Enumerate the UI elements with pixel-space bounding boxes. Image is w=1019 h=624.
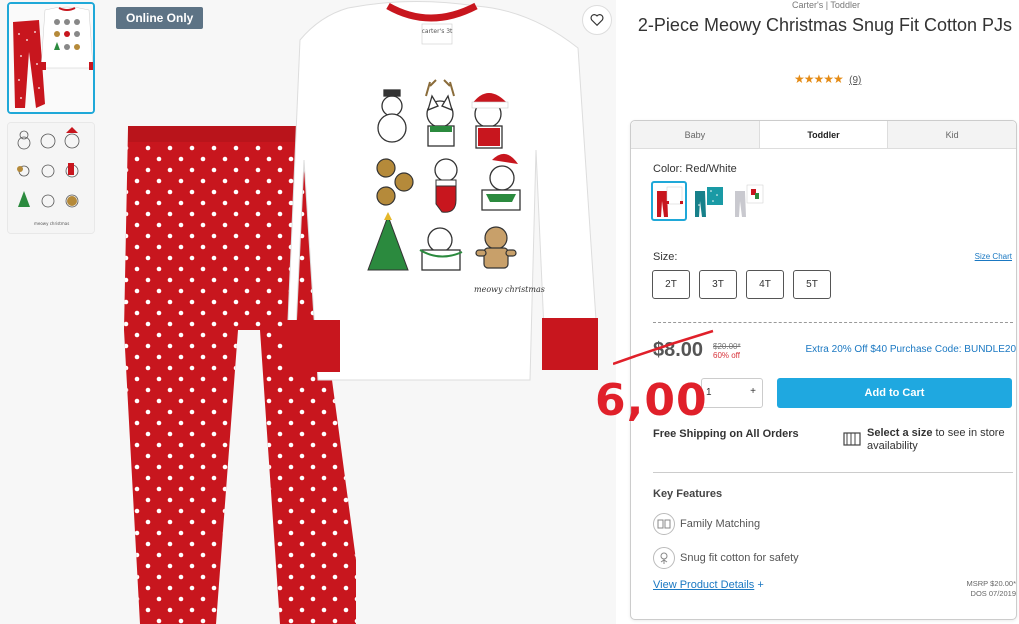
rating[interactable]: ★★★★★ (9) <box>794 72 861 86</box>
thumbnail-column: meowy christmas <box>0 0 110 624</box>
star-rating-icon: ★★★★★ <box>794 72 844 86</box>
size-chart-link[interactable]: Size Chart <box>975 252 1012 261</box>
store-icon <box>843 432 861 446</box>
thumbnail-shirt-detail[interactable]: meowy christmas <box>7 122 95 234</box>
free-shipping-note: Free Shipping on All Orders <box>653 428 799 440</box>
size-option-4t[interactable]: 4T <box>746 270 784 299</box>
feature-label: Family Matching <box>680 518 761 530</box>
size-options: 2T 3T 4T 5T <box>652 270 831 299</box>
color-swatches <box>651 181 767 221</box>
size-option-5t[interactable]: 5T <box>793 270 831 299</box>
thumbnail-pajama-set[interactable] <box>7 2 95 114</box>
cotton-icon <box>653 547 675 569</box>
family-matching-icon <box>653 513 675 535</box>
online-only-badge: Online Only <box>116 7 204 29</box>
feature-label: Snug fit cotton for safety <box>680 552 799 564</box>
purchase-panel: Baby Toddler Kid Color: Red/White Size: … <box>595 120 1017 620</box>
color-value: Red/White <box>685 163 737 175</box>
size-option-2t[interactable]: 2T <box>652 270 690 299</box>
msrp-line: MSRP $20.00* <box>966 579 1016 588</box>
age-tabs: Baby Toddler Kid <box>631 121 1017 149</box>
main-product-image[interactable]: carter's 3t meowy christmas Online Only <box>110 0 616 624</box>
brand-breadcrumb[interactable]: Carter's | Toddler <box>616 0 1019 10</box>
key-features-heading: Key Features <box>653 488 723 500</box>
heart-icon <box>590 14 604 27</box>
store-availability[interactable]: Select a size to see in store availabili… <box>867 427 1017 453</box>
swatch-red-white[interactable] <box>651 181 687 221</box>
thumbnail-caption: meowy christmas <box>34 221 69 226</box>
promo-code: Extra 20% Off $40 Purchase Code: BUNDLE2… <box>805 344 1016 355</box>
expand-plus-icon: + <box>757 579 764 591</box>
color-selection: Color: Red/White <box>653 163 737 175</box>
shirt-tag: carter's 3t <box>422 28 453 35</box>
discount-percent: 60% off <box>713 351 740 360</box>
msrp-note: MSRP $20.00* DOS 07/2019 <box>967 579 1016 599</box>
product-info: Carter's | Toddler 2-Piece Meowy Christm… <box>595 0 1019 624</box>
swatch-grey-red[interactable] <box>731 181 767 221</box>
tab-baby[interactable]: Baby <box>631 121 759 148</box>
handwritten-price-annotation: 6,00 <box>595 375 708 426</box>
shirt-caption: meowy christmas <box>474 285 545 294</box>
view-details-link[interactable]: View Product Details + <box>653 579 764 591</box>
color-label: Color: <box>653 163 683 175</box>
dos-line: DOS 07/2019 <box>970 589 1016 598</box>
size-option-3t[interactable]: 3T <box>699 270 737 299</box>
product-title: 2-Piece Meowy Christmas Snug Fit Cotton … <box>637 15 1013 35</box>
feature-item: Snug fit cotton for safety <box>653 547 799 569</box>
divider <box>653 472 1013 473</box>
swatch-teal[interactable] <box>691 181 727 221</box>
feature-item: Family Matching <box>653 513 760 535</box>
wishlist-button[interactable] <box>582 5 612 35</box>
quantity-plus-button[interactable]: + <box>750 386 756 397</box>
add-to-cart-button[interactable]: Add to Cart <box>777 378 1012 408</box>
select-size-text: Select a size <box>867 427 933 439</box>
original-price: $20.00* <box>713 342 741 351</box>
divider <box>653 322 1013 323</box>
view-details-text: View Product Details <box>653 579 755 591</box>
tab-kid[interactable]: Kid <box>888 121 1017 148</box>
tab-toddler[interactable]: Toddler <box>758 121 889 148</box>
quantity-stepper[interactable]: 1 + <box>701 378 763 408</box>
review-count-link[interactable]: (9) <box>849 75 861 86</box>
size-label: Size: <box>653 251 678 263</box>
